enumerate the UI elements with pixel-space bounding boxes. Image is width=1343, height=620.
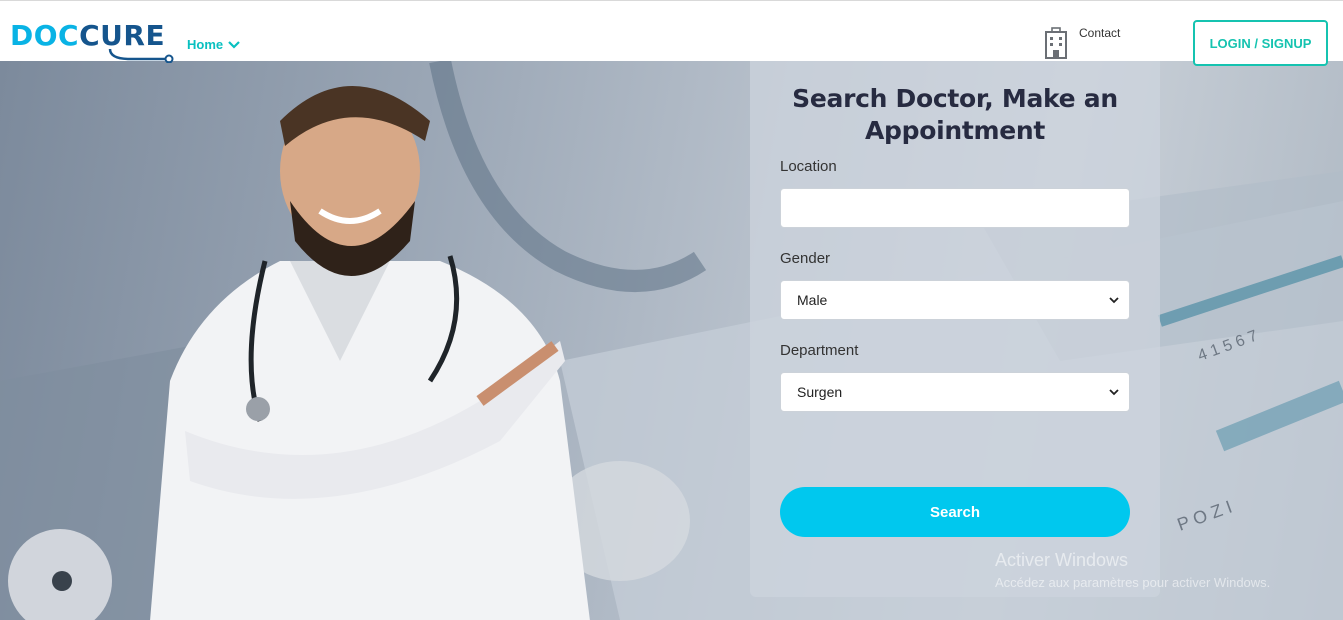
search-button[interactable]: Search — [780, 487, 1130, 537]
location-input[interactable] — [780, 188, 1130, 228]
select-caret-icon — [1109, 297, 1119, 304]
department-label: Department — [780, 342, 859, 359]
nav-home-link[interactable]: Home — [187, 37, 240, 52]
department-select-value: Surgen — [797, 384, 843, 400]
top-navbar: DOC CURE Home Contact — [0, 0, 1343, 63]
hospital-building-icon — [1045, 27, 1067, 59]
location-label: Location — [780, 158, 837, 175]
gender-select-value: Male — [797, 292, 828, 308]
login-signup-button[interactable]: LOGIN / SIGNUP — [1193, 20, 1328, 66]
search-doctor-panel: Search Doctor, Make an Appointment Locat… — [750, 61, 1160, 597]
chevron-down-icon — [228, 40, 240, 49]
watermark-title: Activer Windows — [995, 550, 1129, 570]
doccure-logo[interactable]: DOC CURE — [10, 19, 174, 63]
doctor-figure — [150, 86, 590, 620]
search-panel-title: Search Doctor, Make an Appointment — [792, 84, 1118, 145]
windows-activation-watermark: Activer Windows Accédez aux paramètres p… — [995, 550, 1270, 590]
logo-text-doc: DOC — [10, 19, 80, 52]
department-select[interactable]: Surgen — [780, 372, 1130, 412]
gender-select[interactable]: Male — [780, 280, 1130, 320]
watermark-subtitle: Accédez aux paramètres pour activer Wind… — [995, 575, 1271, 590]
gender-label: Gender — [780, 250, 831, 267]
stethoscope-icon — [108, 48, 174, 63]
select-caret-icon — [1109, 389, 1119, 396]
nav-home-label: Home — [187, 37, 224, 52]
nav-contact-label[interactable]: Contact — [1079, 26, 1120, 40]
